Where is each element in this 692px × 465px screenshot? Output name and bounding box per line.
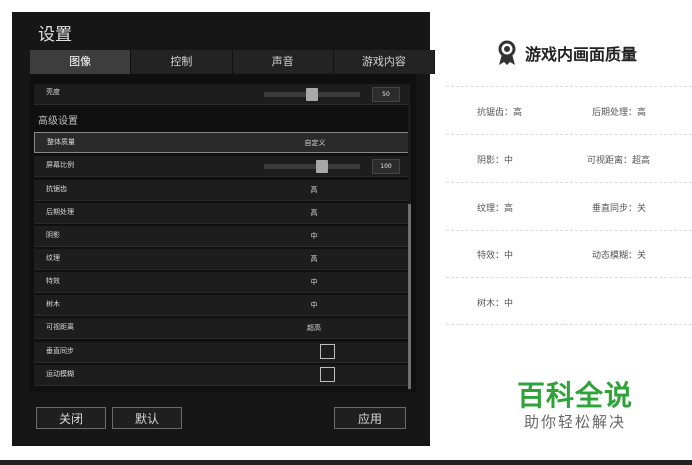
card-item: 动态模糊：关 <box>592 251 647 261</box>
settings-window: 设置 图像 控制 声音 游戏内容 亮度 50 高级设置 整体质量 自定义 屏幕比… <box>12 12 435 446</box>
option-value[interactable]: 高 <box>311 208 318 218</box>
option-value[interactable]: 超高 <box>307 323 321 333</box>
section-title-advanced: 高级设置 <box>38 116 78 127</box>
tab-bar: 图像 控制 声音 游戏内容 <box>30 50 435 74</box>
screen-ratio-value: 100 <box>372 159 400 174</box>
motion-blur-checkbox[interactable] <box>320 367 335 382</box>
brightness-slider[interactable] <box>264 88 360 101</box>
overall-quality-value[interactable]: 自定义 <box>305 138 326 148</box>
card-item: 特效：中 <box>477 251 514 261</box>
card-item: 垂直同步：关 <box>592 204 647 214</box>
brightness-slider-handle[interactable] <box>306 88 318 101</box>
close-button[interactable]: 关闭 <box>36 407 106 429</box>
option-row-antialiasing[interactable]: 抗锯齿 高 <box>34 180 410 201</box>
vsync-row: 垂直同步 <box>34 342 410 363</box>
card-item: 后期处理：高 <box>592 108 647 118</box>
option-value[interactable]: 中 <box>311 300 318 310</box>
card-item: 抗锯齿：高 <box>477 108 523 118</box>
vsync-checkbox[interactable] <box>320 344 335 359</box>
option-value[interactable]: 中 <box>311 231 318 241</box>
tab-controls[interactable]: 控制 <box>131 50 233 74</box>
overall-quality-row[interactable]: 整体质量 自定义 <box>34 132 410 153</box>
option-value[interactable]: 高 <box>311 185 318 195</box>
motion-blur-row: 运动模糊 <box>34 365 410 386</box>
tab-graphics[interactable]: 图像 <box>30 50 132 74</box>
option-label: 树木 <box>46 300 60 308</box>
option-label: 特效 <box>46 277 60 285</box>
tab-game-content[interactable]: 游戏内容 <box>333 50 435 74</box>
brand-tagline: 助你轻松解决 <box>524 413 627 431</box>
divider <box>446 277 692 278</box>
option-label: 阴影 <box>46 231 60 239</box>
settings-panel: 亮度 50 高级设置 整体质量 自定义 屏幕比例 100 抗锯齿 高 后期处理 … <box>30 74 416 392</box>
overall-quality-label: 整体质量 <box>47 138 75 146</box>
card-item: 树木：中 <box>477 299 514 309</box>
card-item: 纹理：高 <box>477 204 514 214</box>
option-value[interactable]: 高 <box>311 254 318 264</box>
option-row-view-distance[interactable]: 可视距离 超高 <box>34 318 410 339</box>
option-row-trees[interactable]: 树木 中 <box>34 295 410 316</box>
option-label: 后期处理 <box>46 208 74 216</box>
divider <box>446 230 692 231</box>
option-label: 纹理 <box>46 254 60 262</box>
option-label: 抗锯齿 <box>46 185 67 193</box>
bottom-bar <box>0 460 692 465</box>
brightness-value: 50 <box>372 87 400 102</box>
brightness-row: 亮度 50 <box>34 84 410 105</box>
divider <box>446 134 692 135</box>
tab-sound[interactable]: 声音 <box>232 50 334 74</box>
brand-logo: 百科全说 <box>517 379 634 412</box>
medal-icon <box>497 40 517 66</box>
card-item: 阴影：中 <box>477 156 514 166</box>
card-title-text: 游戏内画面质量 <box>525 45 638 64</box>
screen-ratio-label: 屏幕比例 <box>46 161 74 169</box>
option-value[interactable]: 中 <box>311 277 318 287</box>
divider <box>446 324 692 325</box>
card-item: 可视距离：超高 <box>587 156 651 166</box>
card-title: 游戏内画面质量 <box>497 40 637 66</box>
option-label: 可视距离 <box>46 323 74 331</box>
option-row-textures[interactable]: 纹理 高 <box>34 249 410 270</box>
apply-button[interactable]: 应用 <box>334 407 406 429</box>
motion-blur-label: 运动模糊 <box>46 370 74 378</box>
screen-ratio-slider[interactable] <box>264 160 360 173</box>
option-row-post-processing[interactable]: 后期处理 高 <box>34 203 410 224</box>
brightness-label: 亮度 <box>46 88 60 96</box>
divider <box>446 182 692 183</box>
screen-ratio-slider-handle[interactable] <box>315 160 328 173</box>
screen-ratio-row: 屏幕比例 100 <box>34 156 410 177</box>
default-button[interactable]: 默认 <box>112 407 182 429</box>
scrollbar-thumb[interactable] <box>408 204 411 389</box>
option-row-shadows[interactable]: 阴影 中 <box>34 226 410 247</box>
window-title: 设置 <box>38 25 72 45</box>
divider <box>446 86 692 87</box>
vsync-label: 垂直同步 <box>46 347 74 355</box>
option-row-effects[interactable]: 特效 中 <box>34 272 410 293</box>
